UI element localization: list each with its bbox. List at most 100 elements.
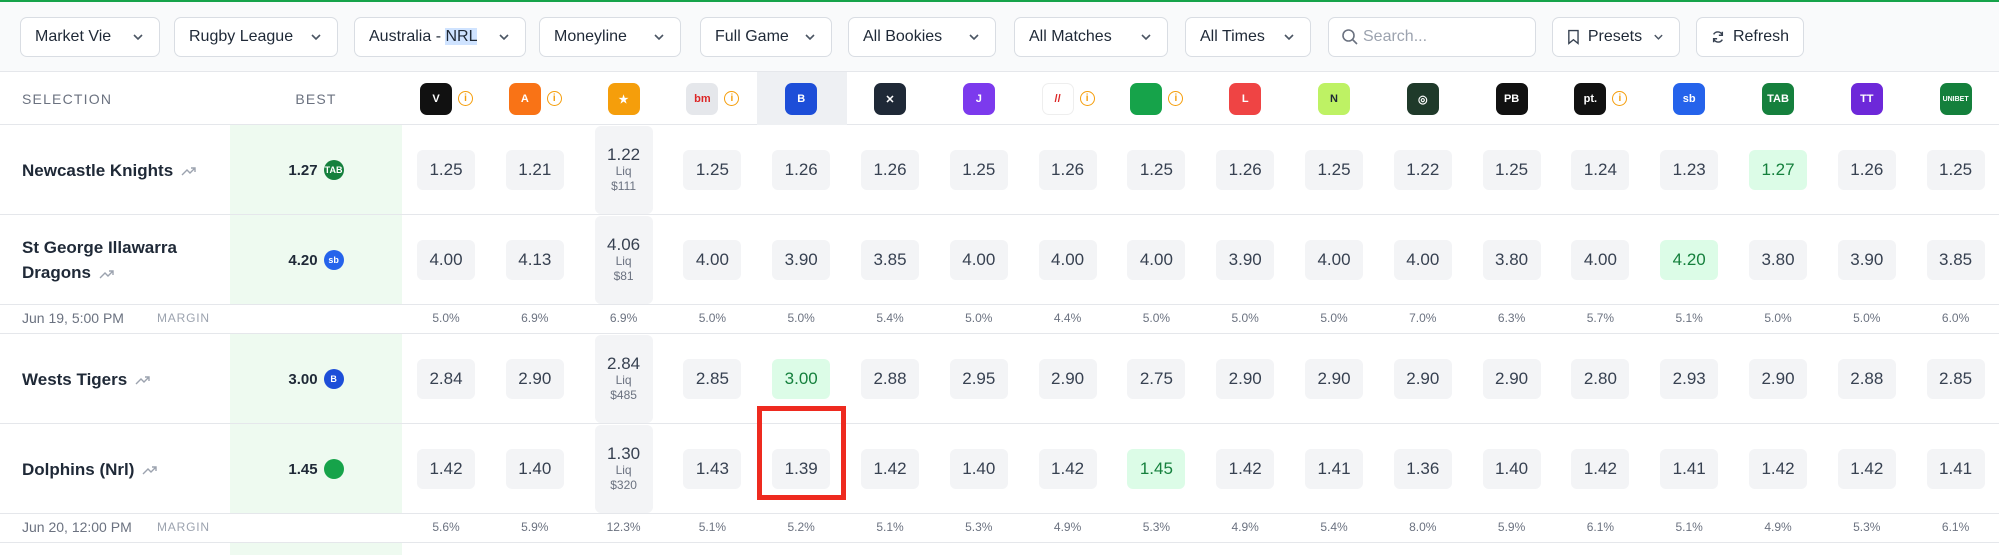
odds-cell[interactable]: 2.95 [949, 359, 1008, 399]
odds-cell[interactable]: 4.00 [1127, 240, 1186, 280]
b-logo-icon[interactable]: B [785, 83, 818, 115]
presets-dropdown[interactable]: Presets [1552, 17, 1680, 57]
unibet-logo-icon[interactable]: UNIBET [1939, 83, 1972, 115]
odds-cell[interactable]: 4.13 [505, 240, 564, 280]
odds-cell[interactable]: 2.90 [1038, 359, 1097, 399]
odds-cell[interactable]: 1.42 [861, 449, 919, 489]
odds-cell[interactable]: 1.26 [1837, 150, 1896, 190]
bookies-dropdown[interactable]: All Bookies [848, 17, 996, 57]
odds-cell[interactable]: 1.22 [1393, 150, 1452, 190]
odds-cell[interactable]: 1.26 [1038, 150, 1097, 190]
odds-cell[interactable]: 1.26 [1216, 150, 1275, 190]
team-name[interactable]: Dolphins (Nrl) [22, 460, 134, 479]
flame-logo-icon[interactable]: A [508, 83, 541, 115]
sportsbet-logo-icon[interactable]: sb [1673, 83, 1706, 115]
search-input[interactable]: Search... [1328, 17, 1536, 57]
odds-cell[interactable]: 1.41 [1305, 449, 1363, 489]
odds-cell[interactable]: 1.25 [683, 150, 742, 190]
n-logo-icon[interactable]: N [1318, 83, 1350, 115]
odds-cell[interactable]: 4.00 [1393, 240, 1452, 280]
trend-icon[interactable] [142, 464, 158, 476]
best-odds[interactable]: 1.45 [230, 458, 402, 480]
team-name[interactable]: Newcastle Knights [22, 161, 173, 180]
odds-cell[interactable]: 3.85 [1926, 240, 1985, 280]
period-dropdown[interactable]: Full Game [700, 17, 832, 57]
odds-cell[interactable]: 1.42 [417, 449, 475, 489]
odds-cell[interactable]: 1.41 [1926, 449, 1985, 489]
info-icon[interactable]: i [1079, 91, 1095, 106]
odds-cell[interactable]: 1.42 [1837, 449, 1896, 489]
odds-cell[interactable]: 1.43 [683, 449, 742, 489]
j-logo-icon[interactable]: J [962, 83, 995, 115]
odds-cell[interactable]: 1.27 [1749, 150, 1807, 190]
odds-cell[interactable]: 2.90 [1305, 359, 1363, 399]
odds-cell[interactable]: 1.41 [1660, 449, 1719, 489]
odds-cell[interactable]: 1.26 [772, 150, 831, 190]
trend-icon[interactable] [99, 268, 115, 280]
green-square-logo-icon[interactable] [1130, 83, 1163, 115]
odds-cell[interactable]: 1.42 [1038, 449, 1097, 489]
odds-cell[interactable]: 1.25 [1305, 150, 1363, 190]
circle-logo-icon[interactable]: bm [686, 83, 719, 115]
odds-cell[interactable]: 2.85 [1926, 359, 1985, 399]
info-icon[interactable]: i [546, 91, 562, 106]
tab-logo-icon[interactable]: TAB [1762, 83, 1794, 115]
odds-cell[interactable]: 1.42 [1571, 449, 1630, 489]
odds-cell[interactable]: 1.40 [949, 449, 1008, 489]
odds-cell[interactable]: 4.06 Liq $81 [594, 216, 653, 304]
info-icon[interactable]: i [458, 91, 473, 106]
odds-cell[interactable]: 1.25 [949, 150, 1008, 190]
market-dropdown[interactable]: Moneyline [539, 17, 681, 57]
odds-cell[interactable]: 4.20 [1660, 240, 1719, 280]
odds-cell[interactable]: 3.80 [1482, 240, 1541, 280]
odds-cell[interactable]: 2.84 [417, 359, 475, 399]
pb-logo-icon[interactable]: PB [1495, 83, 1528, 115]
x-logo-icon[interactable]: ✕ [874, 83, 906, 115]
odds-cell[interactable]: 2.88 [861, 359, 919, 399]
odds-cell[interactable]: 3.80 [1749, 240, 1807, 280]
odds-cell[interactable]: 1.42 [1749, 449, 1807, 489]
league-dropdown[interactable]: Australia - NRL [354, 17, 526, 57]
trend-icon[interactable] [135, 374, 151, 386]
odds-cell[interactable]: 2.90 [1749, 359, 1807, 399]
odds-cell[interactable]: 2.75 [1127, 359, 1186, 399]
odds-cell[interactable]: 1.22 Liq $111 [594, 126, 653, 214]
odds-cell[interactable]: 1.42 [1216, 449, 1275, 489]
slash-logo-icon[interactable]: // [1041, 83, 1074, 115]
market-view-dropdown[interactable]: Market Vie [20, 17, 160, 57]
odds-cell[interactable]: 2.90 [1393, 359, 1452, 399]
odds-cell[interactable]: 1.25 [1926, 150, 1985, 190]
odds-cell[interactable]: 4.00 [949, 240, 1008, 280]
matches-dropdown[interactable]: All Matches [1014, 17, 1168, 57]
odds-cell[interactable]: 2.85 [683, 359, 742, 399]
odds-cell[interactable]: 3.00 [772, 359, 831, 399]
shield-logo-icon[interactable]: ◎ [1406, 83, 1439, 115]
odds-cell[interactable]: 3.90 [1216, 240, 1275, 280]
odds-cell[interactable]: 2.90 [1482, 359, 1541, 399]
best-odds[interactable]: 3.00 B [230, 368, 402, 390]
odds-cell[interactable]: 2.84 Liq $485 [594, 335, 653, 423]
odds-cell[interactable]: 1.45 [1127, 449, 1186, 489]
trend-icon[interactable] [181, 165, 197, 177]
odds-cell[interactable]: 2.88 [1837, 359, 1896, 399]
odds-cell[interactable]: 2.90 [505, 359, 564, 399]
odds-cell[interactable]: 1.21 [505, 150, 564, 190]
tab-touch-logo-icon[interactable]: TT [1850, 83, 1883, 115]
best-odds[interactable]: 4.20 sb [230, 249, 402, 271]
odds-cell[interactable]: 1.25 [1482, 150, 1541, 190]
odds-cell[interactable]: 3.90 [772, 240, 831, 280]
best-odds[interactable]: 1.27 TAB [230, 159, 402, 181]
odds-cell[interactable]: 4.00 [1038, 240, 1097, 280]
sport-dropdown[interactable]: Rugby League [174, 17, 338, 57]
team-name[interactable]: Wests Tigers [22, 370, 127, 389]
times-dropdown[interactable]: All Times [1185, 17, 1311, 57]
l-logo-icon[interactable]: L [1229, 83, 1262, 115]
odds-cell[interactable]: 1.24 [1571, 150, 1630, 190]
vertical-logo-icon[interactable]: V [420, 83, 452, 115]
odds-cell[interactable]: 1.26 [861, 150, 919, 190]
odds-cell[interactable]: 2.93 [1660, 359, 1719, 399]
odds-cell[interactable]: 4.00 [1305, 240, 1363, 280]
odds-cell[interactable]: 1.23 [1660, 150, 1719, 190]
odds-cell[interactable]: 1.25 [417, 150, 475, 190]
odds-cell[interactable]: 4.00 [683, 240, 742, 280]
